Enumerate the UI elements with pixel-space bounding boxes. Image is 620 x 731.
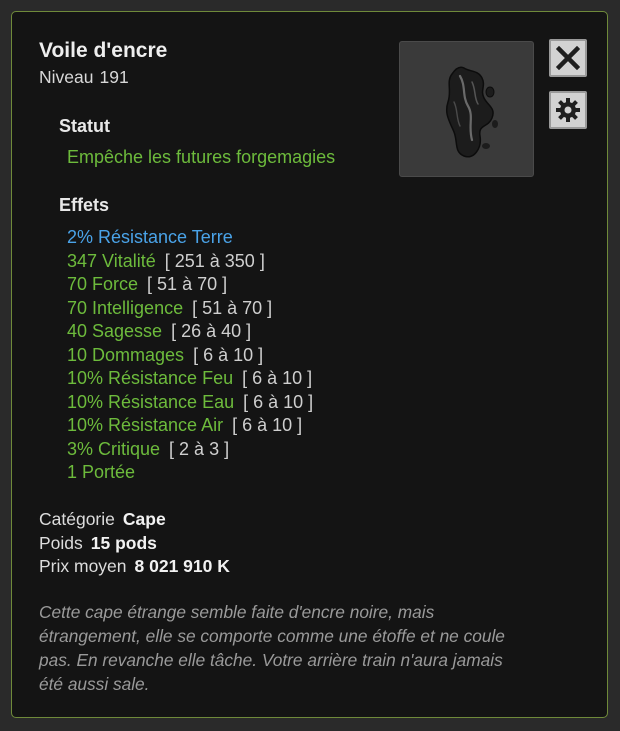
effect-item: 70 Force [ 51 à 70 ]	[67, 273, 313, 297]
item-tooltip-panel: Voile d'encre Niveau 191 Statut Empêche …	[11, 11, 608, 718]
effets-heading: Effets	[59, 195, 110, 215]
gear-icon	[556, 98, 580, 122]
effect-name: 2% Résistance Terre	[67, 227, 233, 247]
level-value: 191	[99, 67, 129, 87]
effect-name: 70 Intelligence	[67, 297, 184, 318]
effect-name: 70 Force	[67, 274, 139, 294]
effect-range: [ 51 à 70 ]	[147, 274, 228, 294]
effect-range: [ 2 à 3 ]	[169, 438, 230, 459]
effect-range: [ 6 à 10 ]	[243, 391, 314, 412]
close-button[interactable]	[549, 39, 587, 77]
weight-value: 15 pods	[90, 532, 157, 553]
ink-cape-icon	[445, 66, 498, 158]
level-label: Niveau	[39, 67, 94, 87]
close-icon	[556, 46, 580, 70]
effect-range: [ 6 à 10 ]	[242, 368, 313, 388]
item-image	[399, 41, 534, 177]
effects-list: 2% Résistance Terre 347 Vitalité [ 251 à …	[67, 226, 313, 485]
effect-range: [ 26 à 40 ]	[171, 321, 252, 341]
item-info: Catégorie Cape Poids 15 pods Prix moyen 8 0…	[39, 508, 230, 579]
price-row: Prix moyen 8 021 910 K	[39, 555, 230, 579]
item-name: Voile d'encre	[39, 39, 168, 62]
effect-name: 3% Critique	[67, 438, 161, 459]
effect-item: 70 Intelligence [ 51 à 70 ]	[67, 297, 313, 321]
effect-item: 3% Critique [ 2 à 3 ]	[67, 438, 313, 462]
effect-item: 1 Portée	[67, 461, 313, 485]
effect-item: 10% Résistance Feu [ 6 à 10 ]	[67, 367, 313, 391]
price-label: Prix moyen	[39, 556, 127, 576]
effect-range: [ 51 à 70 ]	[192, 297, 273, 318]
effect-item: 10 Dommages [ 6 à 10 ]	[67, 344, 313, 368]
effect-item: 10% Résistance Air [ 6 à 10 ]	[67, 414, 313, 438]
effect-item: 10% Résistance Eau [ 6 à 10 ]	[67, 391, 313, 415]
effect-item: 40 Sagesse [ 26 à 40 ]	[67, 320, 313, 344]
effect-range: [ 6 à 10 ]	[232, 415, 303, 435]
category-label: Catégorie	[39, 509, 115, 529]
item-level: Niveau 191	[39, 67, 129, 88]
effect-name: 1 Portée	[67, 462, 136, 482]
category-value: Cape	[122, 509, 166, 529]
price-value: 8 021 910 K	[134, 556, 230, 576]
effect-item: 347 Vitalité [ 251 à 350 ]	[67, 250, 313, 274]
effect-item: 2% Résistance Terre	[67, 226, 313, 250]
effect-range: [ 251 à 350 ]	[164, 250, 265, 271]
effect-name: 10% Résistance Feu	[67, 368, 234, 388]
effect-name: 40 Sagesse	[67, 321, 163, 341]
effect-range: [ 6 à 10 ]	[193, 344, 264, 365]
weight-label: Poids	[39, 532, 83, 553]
effect-name: 347 Vitalité	[67, 250, 156, 271]
statut-text: Empêche les futures forgemagies	[67, 147, 336, 167]
item-description: Cette cape étrange semble faite d'encre …	[39, 602, 505, 694]
weight-row: Poids 15 pods	[39, 532, 230, 556]
category-row: Catégorie Cape	[39, 508, 230, 532]
settings-button[interactable]	[549, 91, 587, 129]
effect-name: 10% Résistance Air	[67, 415, 224, 435]
effect-name: 10% Résistance Eau	[67, 391, 235, 412]
effect-name: 10 Dommages	[67, 344, 185, 365]
statut-heading: Statut	[59, 116, 110, 136]
